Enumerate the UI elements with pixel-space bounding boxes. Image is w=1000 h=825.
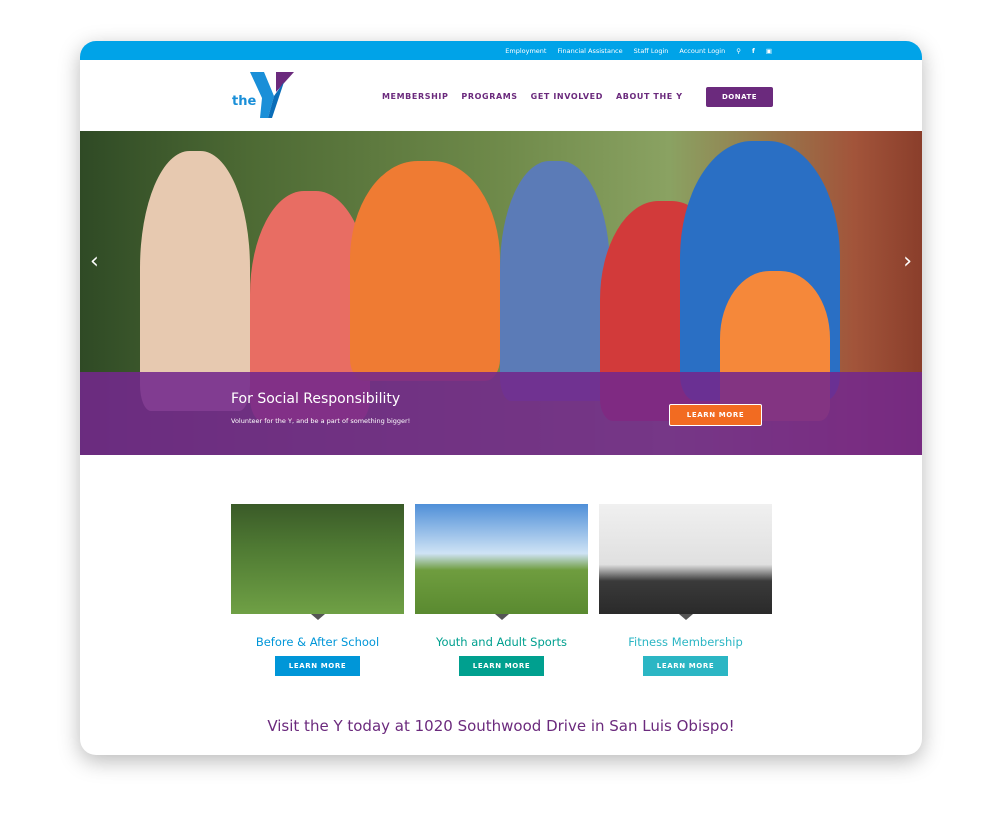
hero-learn-more-button[interactable]: LEARN MORE: [669, 404, 762, 426]
hero-caption: For Social Responsibility Volunteer for …: [80, 372, 922, 455]
hero-photo-person: [350, 161, 500, 381]
hero-photo-person: [500, 161, 610, 401]
card-fitness: Fitness Membership LEARN MORE: [599, 504, 772, 676]
card-title[interactable]: Youth and Adult Sports: [415, 635, 588, 649]
card-image[interactable]: [599, 504, 772, 620]
ymca-logo[interactable]: the: [232, 70, 302, 122]
hero-carousel: ‹ › For Social Responsibility Volunteer …: [80, 131, 922, 455]
nav-membership[interactable]: MEMBERSHIP: [382, 92, 448, 101]
card-before-after-school: Before & After School LEARN MORE: [231, 504, 404, 676]
nav-programs[interactable]: PROGRAMS: [461, 92, 517, 101]
card-image[interactable]: [231, 504, 404, 620]
staff-login-link[interactable]: Staff Login: [634, 47, 669, 55]
employment-link[interactable]: Employment: [505, 47, 546, 55]
main-nav: MEMBERSHIP PROGRAMS GET INVOLVED ABOUT T…: [382, 92, 683, 101]
prev-slide-arrow-icon[interactable]: ‹: [90, 249, 99, 274]
search-icon[interactable]: ⚲: [736, 47, 741, 55]
hero-title: For Social Responsibility: [231, 391, 401, 407]
utility-bar: Employment Financial Assistance Staff Lo…: [80, 41, 922, 60]
donate-button[interactable]: DONATE: [706, 87, 773, 107]
nav-get-involved[interactable]: GET INVOLVED: [531, 92, 603, 101]
card-title[interactable]: Fitness Membership: [599, 635, 772, 649]
account-login-link[interactable]: Account Login: [679, 47, 725, 55]
learn-more-button[interactable]: LEARN MORE: [643, 656, 728, 676]
facebook-icon[interactable]: f: [752, 47, 755, 55]
financial-assistance-link[interactable]: Financial Assistance: [557, 47, 622, 55]
learn-more-button[interactable]: LEARN MORE: [275, 656, 360, 676]
visit-message: Visit the Y today at 1020 Southwood Driv…: [267, 717, 735, 735]
hero-subtitle: Volunteer for the Y, and be a part of so…: [231, 417, 411, 425]
card-sports: Youth and Adult Sports LEARN MORE: [415, 504, 588, 676]
browser-frame: Employment Financial Assistance Staff Lo…: [80, 41, 922, 755]
card-title[interactable]: Before & After School: [231, 635, 404, 649]
y-logo-icon: [250, 72, 294, 118]
instagram-icon[interactable]: ▣: [766, 47, 772, 55]
card-image[interactable]: [415, 504, 588, 620]
learn-more-button[interactable]: LEARN MORE: [459, 656, 544, 676]
program-cards: Before & After School LEARN MORE Youth a…: [231, 504, 772, 676]
next-slide-arrow-icon[interactable]: ›: [903, 249, 912, 274]
header: the MEMBERSHIP PROGRAMS GET INVOLVED ABO…: [80, 60, 922, 131]
nav-about[interactable]: ABOUT THE Y: [616, 92, 683, 101]
